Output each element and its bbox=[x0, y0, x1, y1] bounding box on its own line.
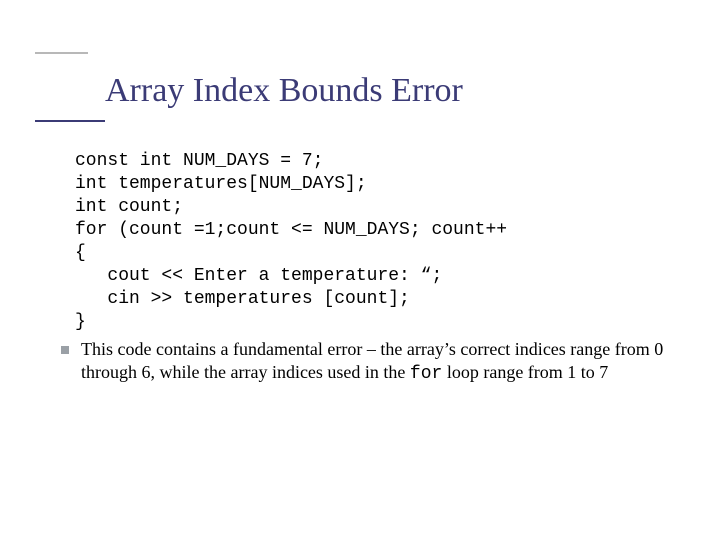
bullet-text: This code contains a fundamental error –… bbox=[81, 338, 670, 386]
code-line-6: cout << Enter a temperature: “; bbox=[75, 265, 670, 288]
bullet-text-post: loop range from 1 to 7 bbox=[442, 362, 608, 382]
code-line-4: for (count =1;count <= NUM_DAYS; count++ bbox=[75, 219, 670, 242]
slide-title: Array Index Bounds Error bbox=[105, 72, 463, 109]
code-line-7: cin >> temperatures [count]; bbox=[75, 288, 670, 311]
code-line-2: int temperatures[NUM_DAYS]; bbox=[75, 173, 670, 196]
bullet-item: This code contains a fundamental error –… bbox=[75, 338, 670, 386]
title-area: Array Index Bounds Error bbox=[105, 72, 463, 109]
title-underline bbox=[35, 120, 105, 122]
bullet-icon bbox=[61, 346, 69, 354]
code-line-3: int count; bbox=[75, 196, 670, 219]
code-line-8: } bbox=[75, 311, 670, 334]
code-line-5: { bbox=[75, 242, 670, 265]
bullet-text-mono: for bbox=[410, 364, 442, 384]
code-line-1: const int NUM_DAYS = 7; bbox=[75, 150, 670, 173]
slide: Array Index Bounds Error const int NUM_D… bbox=[0, 0, 720, 540]
title-short-rule bbox=[35, 52, 88, 54]
content-area: const int NUM_DAYS = 7; int temperatures… bbox=[75, 150, 670, 386]
